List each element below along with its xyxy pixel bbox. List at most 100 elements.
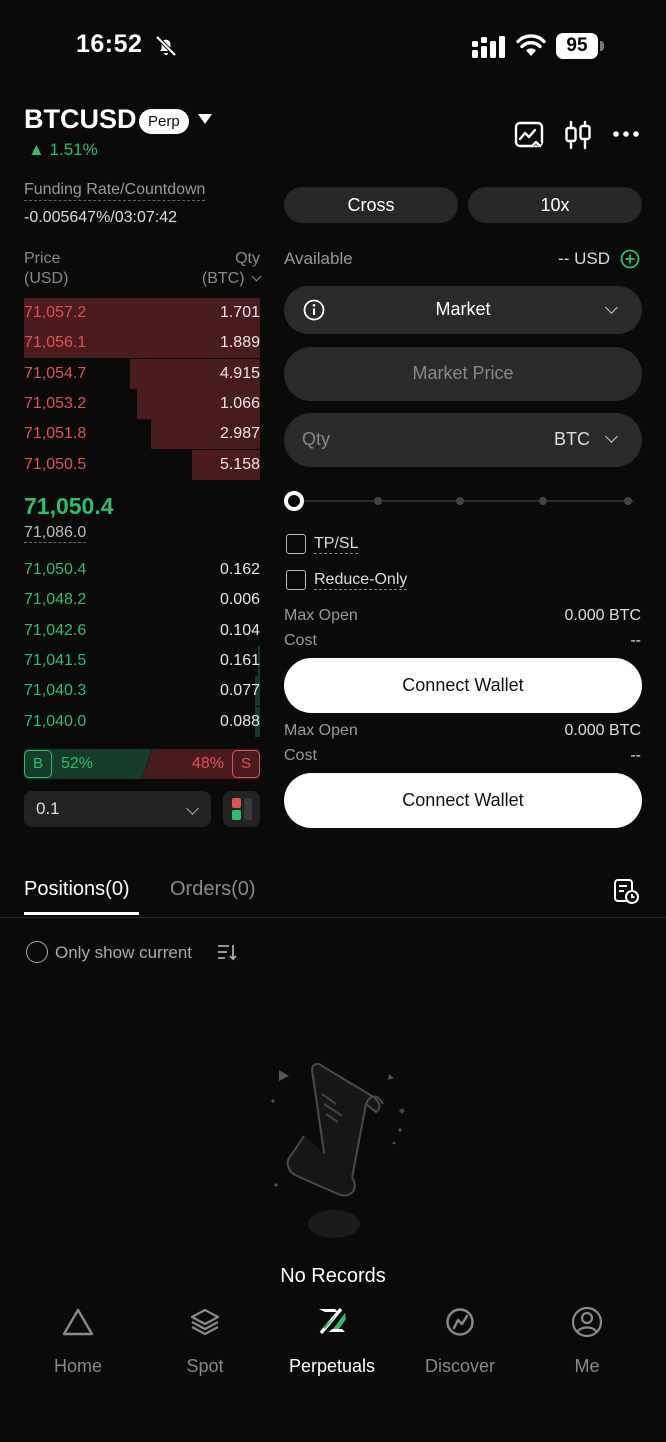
chevron-down-icon [605, 430, 618, 443]
nav-discover[interactable]: Discover [405, 1305, 515, 1377]
bell-muted-icon [155, 35, 177, 57]
ask-price: 71,053.2 [24, 394, 87, 412]
available-value: -- USD [558, 249, 610, 268]
bid-qty: 0.006 [219, 591, 260, 609]
orderbook-view-toggle[interactable] [223, 791, 260, 827]
pair-dropdown-icon[interactable] [198, 114, 212, 124]
buy-max-open-value: 0.000 BTC [564, 607, 641, 624]
margin-mode-button[interactable]: Cross [284, 187, 458, 223]
bid-qty: 0.088 [219, 712, 260, 730]
more-menu-icon[interactable] [610, 118, 644, 152]
bid-row[interactable]: 71,048.2 0.006 [24, 585, 260, 615]
home-triangle-icon [62, 1308, 94, 1336]
empty-state-text: No Records [280, 1265, 386, 1287]
ask-row[interactable]: 71,054.7 4.915 [24, 358, 260, 389]
ask-row[interactable]: 71,050.5 5.158 [24, 449, 260, 480]
buy-connect-wallet-button[interactable]: Connect Wallet [284, 658, 642, 713]
tab-positions[interactable]: Positions(0) [24, 878, 130, 901]
ask-qty: 2.987 [219, 425, 260, 443]
bid-price: 71,050.4 [24, 561, 87, 578]
chart-icon[interactable] [512, 118, 546, 152]
sell-percent: 48% [191, 755, 224, 772]
ask-row[interactable]: 71,053.2 1.066 [24, 388, 260, 419]
perp-badge: Perp [139, 109, 189, 134]
sell-cost-label: Cost [284, 747, 317, 764]
nav-me[interactable]: Me [532, 1305, 642, 1377]
ask-qty: 5.158 [219, 455, 260, 473]
ask-qty: 4.915 [219, 364, 260, 382]
ask-price: 71,057.2 [24, 304, 87, 321]
bid-row[interactable]: 71,040.3 0.077 [24, 676, 260, 707]
ask-qty: 1.889 [219, 334, 260, 352]
tab-orders[interactable]: Orders(0) [170, 878, 256, 901]
ask-row[interactable]: 71,056.1 1.889 [24, 328, 260, 359]
qty-slider[interactable] [284, 490, 636, 512]
chevron-down-icon [186, 802, 199, 815]
bid-price: 71,040.0 [24, 712, 87, 730]
candlestick-icon[interactable] [561, 118, 595, 152]
order-history-icon[interactable] [612, 877, 640, 905]
ask-price: 71,051.8 [24, 425, 87, 443]
sell-max-open-value: 0.000 BTC [564, 722, 641, 739]
buy-cost-value: -- [630, 632, 641, 649]
discover-compass-icon [446, 1308, 474, 1336]
empty-receipt-illustration [271, 1062, 405, 1238]
sort-icon[interactable] [216, 942, 238, 962]
add-funds-icon[interactable] [620, 249, 640, 269]
bid-price: 71,040.3 [24, 682, 87, 700]
buy-cost-label: Cost [284, 632, 317, 649]
ask-price: 71,050.5 [24, 455, 87, 473]
cellular-signal-icon [472, 36, 505, 58]
funding-rate-value: -0.005647%/03:07:42 [24, 209, 178, 226]
pair-title[interactable]: BTCUSD [24, 104, 137, 135]
sell-cost-value: -- [630, 747, 641, 764]
bid-row[interactable]: 71,041.5 0.161 [24, 645, 260, 676]
wifi-icon [516, 34, 546, 56]
nav-spot[interactable]: Spot [150, 1305, 260, 1377]
bid-qty: 0.077 [219, 682, 260, 700]
available-label: Available [284, 249, 353, 268]
battery-level: 95 [556, 33, 598, 59]
leverage-button[interactable]: 10x [468, 187, 642, 223]
sell-connect-wallet-button[interactable]: Connect Wallet [284, 773, 642, 828]
depth-step-select[interactable]: 0.1 [24, 791, 211, 827]
ask-qty: 1.701 [219, 304, 260, 321]
qty-input[interactable]: Qty BTC [284, 413, 642, 467]
bid-qty: 0.161 [219, 651, 260, 669]
buy-percent: 52% [61, 755, 94, 772]
ob-qty-header[interactable]: Qty (BTC) [202, 249, 262, 289]
ask-price: 71,054.7 [24, 364, 87, 382]
battery-indicator: 95 [556, 33, 604, 59]
divider [0, 917, 666, 918]
nav-home[interactable]: Home [23, 1305, 133, 1377]
status-time: 16:52 [76, 30, 143, 58]
ask-row[interactable]: 71,057.2 1.701 [24, 298, 260, 328]
bid-row[interactable]: 71,040.0 0.088 [24, 706, 260, 737]
perpetuals-logo-icon [319, 1307, 346, 1335]
sell-max-open-label: Max Open [284, 722, 358, 739]
bid-row[interactable]: 71,042.6 0.104 [24, 616, 260, 646]
bid-qty: 0.162 [219, 561, 260, 578]
sell-tag: S [232, 750, 260, 778]
ask-row[interactable]: 71,051.8 2.987 [24, 419, 260, 450]
bid-price: 71,048.2 [24, 591, 87, 609]
user-profile-icon [571, 1306, 603, 1338]
market-price-field: Market Price [284, 347, 642, 401]
bid-price: 71,042.6 [24, 621, 87, 639]
funding-rate-label[interactable]: Funding Rate/Countdown [24, 181, 206, 201]
mark-price[interactable]: 71,086.0 [24, 524, 87, 543]
layers-icon [190, 1308, 220, 1336]
qty-unit-chevron-icon[interactable] [251, 271, 262, 282]
nav-perpetuals[interactable]: Perpetuals [277, 1305, 387, 1377]
ob-price-header: Price (USD) [24, 250, 69, 287]
buy-tag: B [24, 750, 52, 778]
slider-handle[interactable] [284, 491, 304, 511]
buy-sell-ratio: B 52% 48% S [24, 749, 260, 779]
order-type-select[interactable]: Market [284, 286, 642, 334]
bid-row[interactable]: 71,050.4 0.162 [24, 555, 260, 585]
price-change: ▲ 1.51% [28, 140, 98, 159]
qty-unit-select[interactable]: BTC [554, 429, 590, 450]
buy-max-open-label: Max Open [284, 607, 358, 624]
tab-underline [24, 912, 139, 915]
ask-price: 71,056.1 [24, 334, 87, 352]
